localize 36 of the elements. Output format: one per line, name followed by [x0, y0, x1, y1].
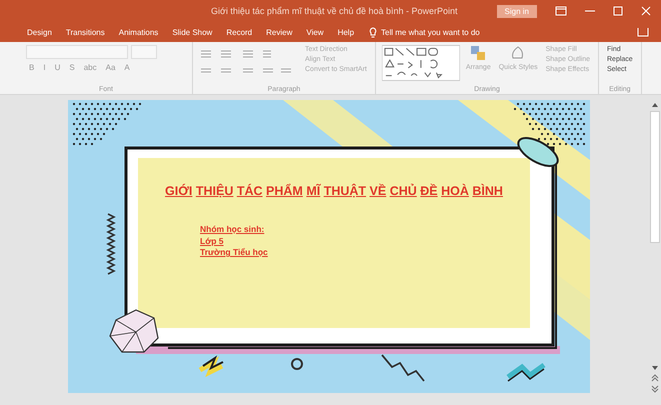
sign-in-button[interactable]: Sign in — [496, 4, 537, 18]
comment-icon[interactable] — [637, 27, 649, 37]
format-button[interactable]: I — [40, 62, 49, 73]
format-button[interactable]: abc — [80, 62, 100, 73]
slide-title: GIỚI THIỆU TÁC PHẨM MĨ THUẬT VỀ CHỦ ĐỀ HOÀ BÌNH — [164, 184, 504, 198]
previous-slide-icon[interactable] — [651, 374, 659, 382]
lightbulb-icon — [369, 26, 378, 38]
arrange-icon — [470, 45, 486, 61]
scroll-up-icon[interactable] — [651, 102, 659, 108]
tell-me-field[interactable]: Tell me what you want to do — [377, 28, 546, 36]
ribbon-tab[interactable]: View — [299, 26, 331, 38]
ribbon-tab[interactable]: Review — [259, 26, 300, 38]
scrollbar-thumb[interactable] — [650, 111, 660, 243]
font-name-field[interactable] — [26, 45, 128, 59]
window-title: Giới thiệu tác phẩm mĩ thuật về chủ đề hoà bình - PowerPoint — [210, 6, 459, 16]
format-button[interactable]: S — [66, 62, 78, 73]
slide-body-text: Trường Tiểu học — [200, 247, 268, 258]
ribbon-tab[interactable]: Help — [330, 26, 362, 38]
ribbon-tab[interactable]: Design — [20, 26, 59, 38]
close-icon[interactable] — [641, 6, 651, 16]
maximize-icon[interactable] — [613, 6, 623, 16]
ribbon-tab[interactable]: Slide Show — [165, 26, 220, 38]
format-button[interactable]: Aa — [102, 62, 118, 73]
slide-body-text: Nhóm học sinh: — [200, 224, 264, 236]
slide-body-text: Lớp 5 — [200, 236, 224, 247]
ribbon-tab[interactable]: Transitions — [58, 26, 112, 38]
ribbon-tab[interactable]: Record — [219, 26, 260, 38]
format-button[interactable]: U — [52, 62, 64, 73]
format-button[interactable]: A — [121, 62, 133, 73]
next-slide-icon[interactable] — [651, 385, 659, 393]
scroll-down-icon[interactable] — [651, 365, 659, 371]
format-button[interactable]: B — [26, 62, 38, 73]
ribbon-tab[interactable]: Animations — [112, 26, 166, 38]
font-size-field[interactable] — [131, 45, 157, 59]
shapes-gallery-icon[interactable] — [382, 45, 460, 81]
ribbon-display-icon[interactable] — [555, 6, 567, 16]
